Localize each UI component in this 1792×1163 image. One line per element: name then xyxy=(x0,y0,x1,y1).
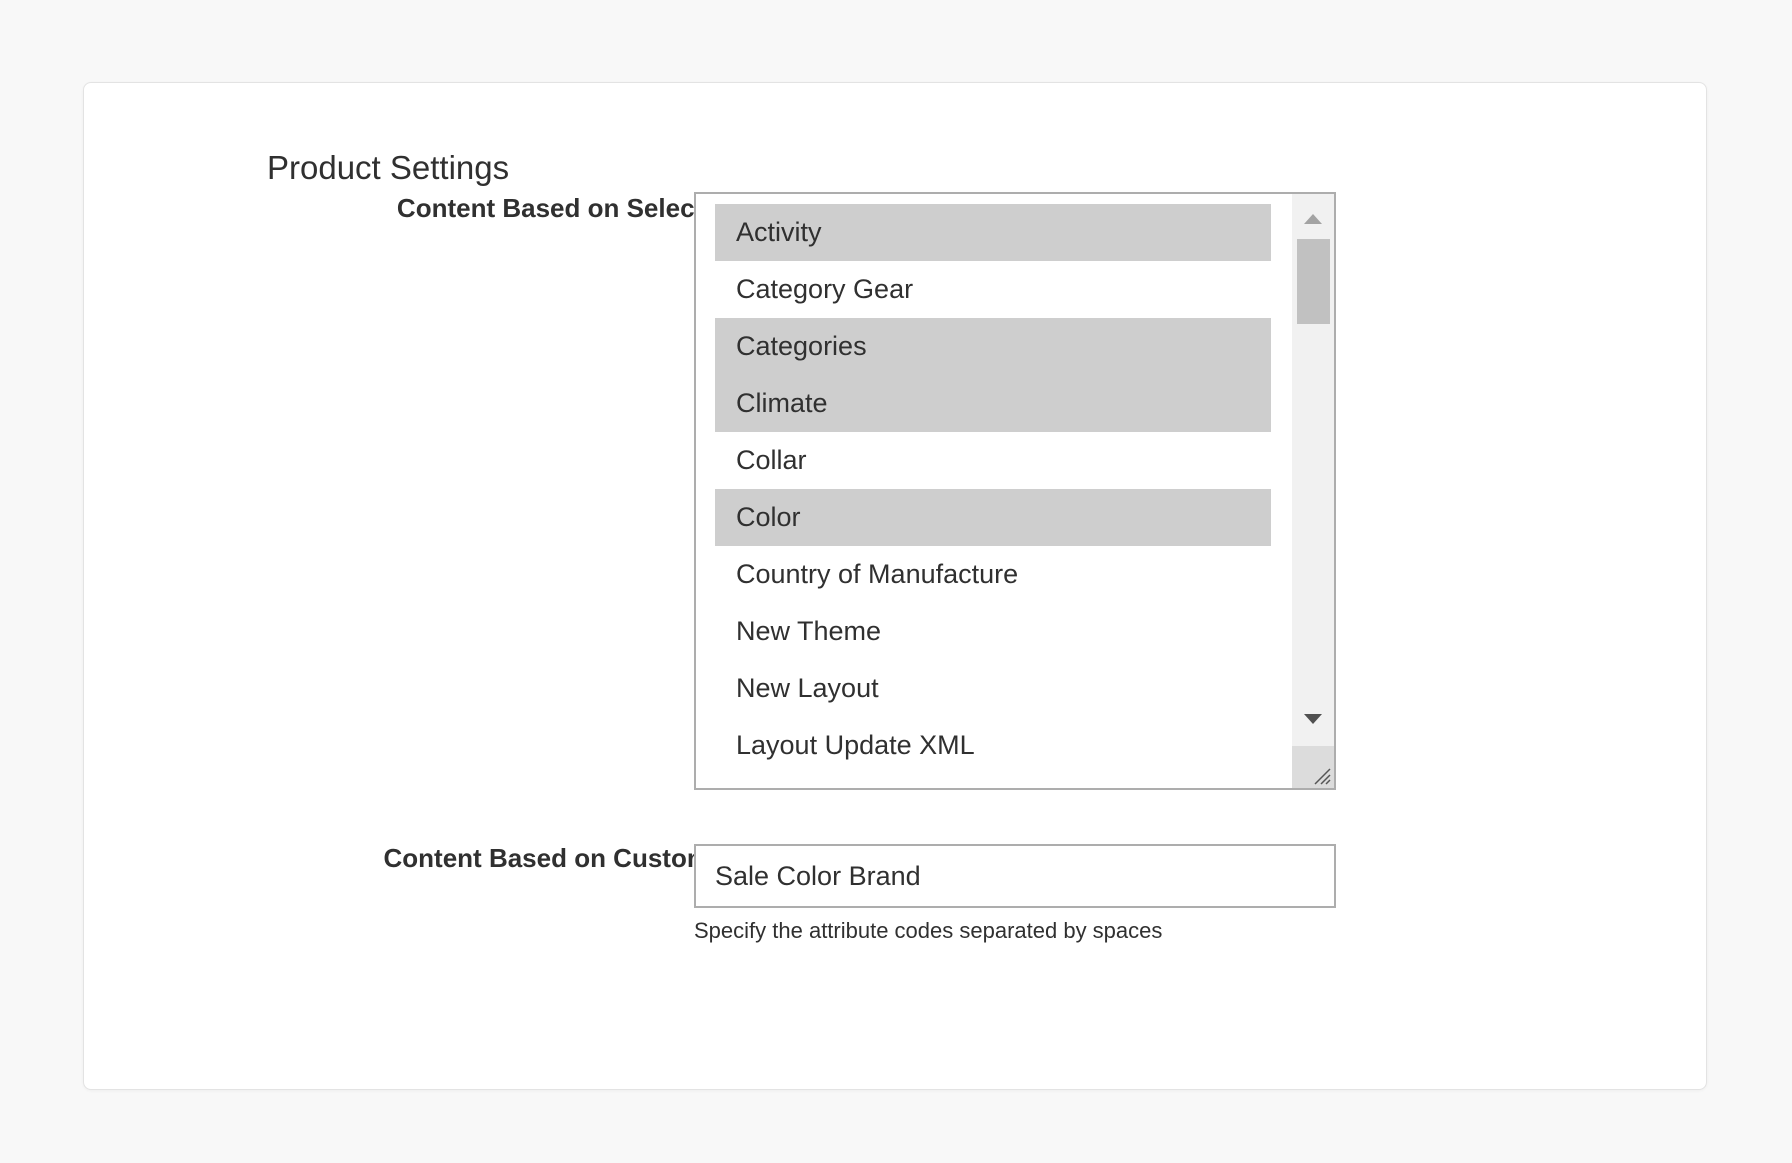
scroll-up-icon[interactable] xyxy=(1304,214,1322,224)
option-item[interactable]: New Theme xyxy=(715,603,1271,660)
option-item[interactable]: Country of Manufacture xyxy=(715,546,1271,603)
scroll-down-icon[interactable] xyxy=(1304,714,1322,724)
option-item[interactable]: Collar xyxy=(715,432,1271,489)
options-list: Activity Category Gear Categories Climate Co… xyxy=(715,204,1271,774)
option-item[interactable]: Color xyxy=(715,489,1271,546)
option-item[interactable]: New Layout xyxy=(715,660,1271,717)
option-item[interactable]: Layout Update XML xyxy=(715,717,1271,774)
option-item[interactable]: Activity xyxy=(715,204,1271,261)
custom-attributes-hint: Specify the attribute codes separated by… xyxy=(694,918,1163,943)
scrollbar[interactable] xyxy=(1292,194,1334,788)
resize-handle-icon[interactable] xyxy=(1292,746,1334,788)
option-item[interactable]: Category Gear xyxy=(715,261,1271,318)
attributes-multiselect[interactable]: Activity Category Gear Categories Climate Co… xyxy=(694,192,1336,790)
section-title: Product Settings xyxy=(267,149,510,186)
option-item[interactable]: Categories xyxy=(715,318,1271,375)
custom-attributes-input[interactable] xyxy=(694,844,1336,908)
scroll-thumb[interactable] xyxy=(1297,239,1330,324)
option-item[interactable]: Climate xyxy=(715,375,1271,432)
